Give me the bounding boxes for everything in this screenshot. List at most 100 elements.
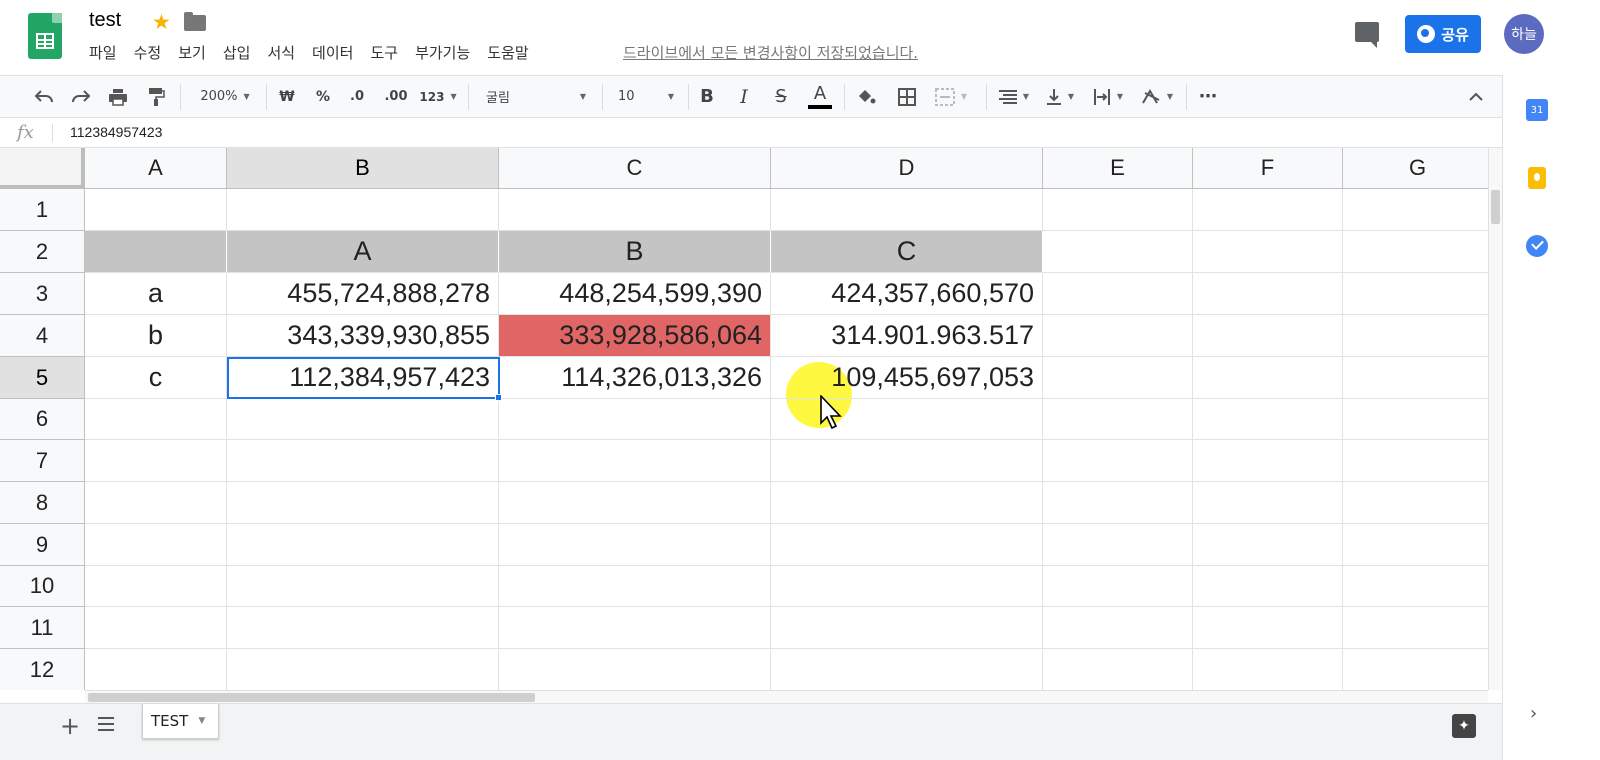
cell-g5[interactable] bbox=[1343, 357, 1488, 399]
cell-g8[interactable] bbox=[1343, 482, 1488, 524]
align-horizontal-icon[interactable]: ▼ bbox=[994, 76, 1034, 117]
avatar[interactable]: 하늘 bbox=[1504, 14, 1544, 54]
cell-g1[interactable] bbox=[1343, 189, 1488, 231]
cell-d9[interactable] bbox=[771, 524, 1043, 566]
row-header-2[interactable]: 2 bbox=[0, 231, 85, 273]
column-header-g[interactable]: G bbox=[1343, 148, 1488, 189]
cell-a1[interactable] bbox=[85, 189, 227, 231]
horizontal-scrollbar[interactable] bbox=[85, 690, 1488, 703]
cell-g4[interactable] bbox=[1343, 315, 1488, 357]
cell-e8[interactable] bbox=[1043, 482, 1193, 524]
cell-d5[interactable]: 109,455,697,053 bbox=[771, 357, 1043, 399]
cell-d3[interactable]: 424,357,660,570 bbox=[771, 273, 1043, 315]
cell-b4[interactable]: 343,339,930,855 bbox=[227, 315, 499, 357]
cell-b9[interactable] bbox=[227, 524, 499, 566]
menu-format[interactable]: 서식 bbox=[267, 42, 295, 63]
percent-button[interactable]: % bbox=[310, 76, 336, 117]
keep-icon[interactable] bbox=[1528, 167, 1546, 189]
cell-a7[interactable] bbox=[85, 440, 227, 482]
row-header-1[interactable]: 1 bbox=[0, 189, 85, 231]
cell-a12[interactable] bbox=[85, 649, 227, 690]
menu-insert[interactable]: 삽입 bbox=[223, 42, 251, 63]
all-sheets-icon[interactable] bbox=[98, 717, 114, 731]
cell-a11[interactable] bbox=[85, 607, 227, 649]
row-header-6[interactable]: 6 bbox=[0, 399, 85, 440]
cell-g6[interactable] bbox=[1343, 399, 1488, 440]
menu-data[interactable]: 데이터 bbox=[312, 42, 353, 63]
cell-g2[interactable] bbox=[1343, 231, 1488, 273]
cell-e6[interactable] bbox=[1043, 399, 1193, 440]
cell-a3[interactable]: a bbox=[85, 273, 227, 315]
cell-f5[interactable] bbox=[1193, 357, 1343, 399]
cell-d4[interactable]: 314.901.963.517 bbox=[771, 315, 1043, 357]
cell-d11[interactable] bbox=[771, 607, 1043, 649]
cell-e4[interactable] bbox=[1043, 315, 1193, 357]
cell-e11[interactable] bbox=[1043, 607, 1193, 649]
cell-c8[interactable] bbox=[499, 482, 771, 524]
more-formats-select[interactable]: 123 ▼ bbox=[416, 76, 460, 117]
bold-button[interactable]: B bbox=[694, 76, 720, 117]
sheets-logo[interactable] bbox=[28, 13, 62, 59]
cell-f12[interactable] bbox=[1193, 649, 1343, 690]
redo-icon[interactable] bbox=[67, 76, 95, 117]
cell-b12[interactable] bbox=[227, 649, 499, 690]
cell-b5[interactable]: 112,384,957,423 bbox=[227, 357, 499, 399]
text-color-button[interactable]: A bbox=[806, 76, 834, 117]
cell-a2[interactable] bbox=[85, 231, 227, 273]
menu-file[interactable]: 파일 bbox=[89, 42, 117, 63]
cell-b3[interactable]: 455,724,888,278 bbox=[227, 273, 499, 315]
row-header-11[interactable]: 11 bbox=[0, 607, 85, 649]
menu-view[interactable]: 보기 bbox=[178, 42, 206, 63]
row-header-4[interactable]: 4 bbox=[0, 315, 85, 357]
column-header-a[interactable]: A bbox=[85, 148, 227, 189]
cell-d2[interactable]: C bbox=[771, 231, 1043, 273]
font-size-select[interactable]: 10 ▼ bbox=[610, 76, 682, 117]
star-icon[interactable]: ★ bbox=[152, 10, 171, 34]
italic-button[interactable]: I bbox=[731, 76, 757, 117]
row-header-3[interactable]: 3 bbox=[0, 273, 85, 315]
cell-e3[interactable] bbox=[1043, 273, 1193, 315]
cell-a4[interactable]: b bbox=[85, 315, 227, 357]
cell-b10[interactable] bbox=[227, 566, 499, 607]
sheet-tab-menu-icon[interactable]: ▼ bbox=[198, 716, 205, 726]
cell-d10[interactable] bbox=[771, 566, 1043, 607]
cell-g11[interactable] bbox=[1343, 607, 1488, 649]
cell-g7[interactable] bbox=[1343, 440, 1488, 482]
menu-addons[interactable]: 부가기능 bbox=[415, 42, 470, 63]
cell-g9[interactable] bbox=[1343, 524, 1488, 566]
cell-a5[interactable]: c bbox=[85, 357, 227, 399]
cell-f3[interactable] bbox=[1193, 273, 1343, 315]
paint-format-icon[interactable] bbox=[142, 76, 170, 117]
explore-icon[interactable]: ✦ bbox=[1452, 714, 1476, 738]
cell-e2[interactable] bbox=[1043, 231, 1193, 273]
cell-c5[interactable]: 114,326,013,326 bbox=[499, 357, 771, 399]
cell-a10[interactable] bbox=[85, 566, 227, 607]
horizontal-scroll-thumb[interactable] bbox=[88, 693, 535, 702]
cell-c2[interactable]: B bbox=[499, 231, 771, 273]
menu-edit[interactable]: 수정 bbox=[134, 42, 162, 63]
cell-b8[interactable] bbox=[227, 482, 499, 524]
column-header-b[interactable]: B bbox=[227, 148, 499, 189]
add-sheet-button[interactable]: + bbox=[60, 712, 80, 740]
cell-c7[interactable] bbox=[499, 440, 771, 482]
font-family-select[interactable]: 굴림 ▼ bbox=[476, 76, 596, 117]
more-tools-button[interactable]: ⋯ bbox=[1194, 76, 1222, 117]
column-header-e[interactable]: E bbox=[1043, 148, 1193, 189]
row-header-7[interactable]: 7 bbox=[0, 440, 85, 482]
cell-a6[interactable] bbox=[85, 399, 227, 440]
text-wrap-icon[interactable]: ▼ bbox=[1088, 76, 1128, 117]
fill-handle[interactable] bbox=[495, 394, 502, 401]
cell-d12[interactable] bbox=[771, 649, 1043, 690]
cell-e10[interactable] bbox=[1043, 566, 1193, 607]
strikethrough-button[interactable]: S bbox=[768, 76, 794, 117]
cell-g10[interactable] bbox=[1343, 566, 1488, 607]
cell-d1[interactable] bbox=[771, 189, 1043, 231]
cell-g12[interactable] bbox=[1343, 649, 1488, 690]
cell-e12[interactable] bbox=[1043, 649, 1193, 690]
increase-decimal-button[interactable]: .00 bbox=[380, 76, 412, 117]
folder-icon[interactable] bbox=[184, 12, 206, 31]
cell-g3[interactable] bbox=[1343, 273, 1488, 315]
borders-icon[interactable] bbox=[893, 76, 921, 117]
cell-f11[interactable] bbox=[1193, 607, 1343, 649]
fill-color-icon[interactable] bbox=[852, 76, 880, 117]
